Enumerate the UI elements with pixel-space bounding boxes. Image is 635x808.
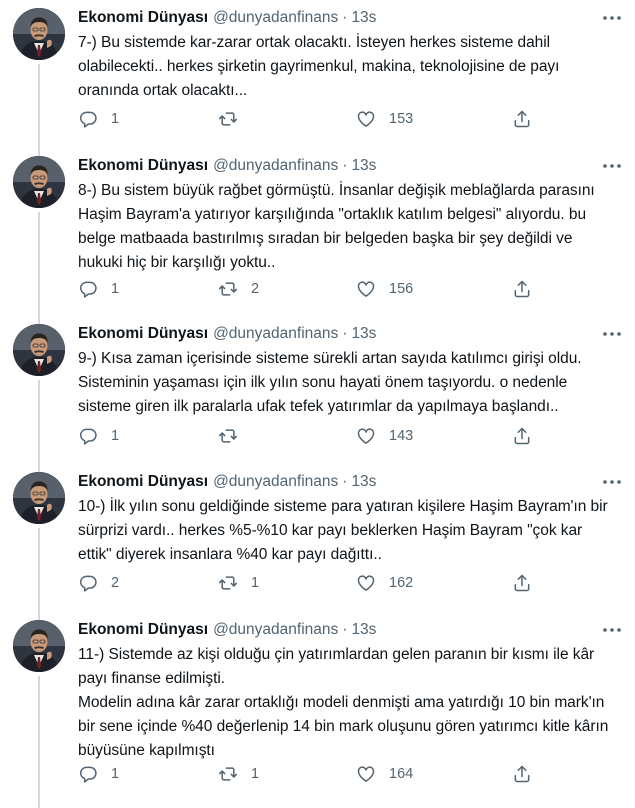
- share-button[interactable]: [512, 763, 532, 785]
- heart-icon: [356, 573, 376, 593]
- reply-icon: [78, 279, 98, 299]
- separator-dot: ·: [342, 157, 348, 174]
- more-dots-icon[interactable]: [601, 622, 623, 638]
- reply-icon: [78, 426, 98, 446]
- timestamp[interactable]: 13s: [351, 472, 376, 492]
- thread-line: [38, 212, 40, 324]
- timestamp[interactable]: 13s: [351, 324, 376, 344]
- tweet-text: 11-) Sistemde az kişi olduğu çin yatırım…: [78, 646, 609, 759]
- reply-button[interactable]: 1: [78, 425, 119, 447]
- timestamp[interactable]: 13s: [351, 8, 376, 28]
- avatar[interactable]: [13, 620, 65, 672]
- share-icon: [512, 764, 532, 784]
- separator-dot: ·: [342, 473, 348, 490]
- author-name[interactable]: Ekonomi Dünyası: [78, 472, 208, 492]
- avatar[interactable]: [13, 324, 65, 376]
- reply-button[interactable]: 1: [78, 278, 119, 300]
- like-count: 162: [389, 575, 414, 591]
- avatar[interactable]: [13, 8, 65, 60]
- tweet-actions: 1 153: [78, 108, 538, 130]
- share-button[interactable]: [512, 425, 532, 447]
- tweet-text: 8-) Bu sistem büyük rağbet görmüştü. İns…: [78, 182, 595, 271]
- reply-icon: [78, 573, 98, 593]
- tweet-actions: 1 2 156: [78, 278, 538, 300]
- share-button[interactable]: [512, 108, 532, 130]
- heart-icon: [356, 109, 376, 129]
- share-button[interactable]: [512, 572, 532, 594]
- like-count: 164: [389, 766, 414, 782]
- author-handle[interactable]: @dunyadanfinans: [213, 8, 338, 28]
- retweet-button[interactable]: 2: [218, 278, 259, 300]
- like-button[interactable]: 164: [356, 763, 413, 785]
- retweet-icon: [218, 426, 238, 446]
- retweet-button[interactable]: 1: [218, 572, 259, 594]
- retweet-icon: [218, 109, 238, 129]
- timestamp[interactable]: 13s: [351, 620, 376, 640]
- heart-icon: [356, 764, 376, 784]
- thread-line: [38, 676, 40, 808]
- thread-line: [38, 528, 40, 620]
- tweet-text: 9-) Kısa zaman içerisinde sisteme sürekl…: [78, 350, 582, 415]
- like-count: 143: [389, 428, 414, 444]
- reply-icon: [78, 109, 98, 129]
- avatar[interactable]: [13, 156, 65, 208]
- like-count: 153: [389, 111, 414, 127]
- tweet-actions: 2 1 162: [78, 572, 538, 594]
- author-name[interactable]: Ekonomi Dünyası: [78, 8, 208, 28]
- like-count: 156: [389, 281, 414, 297]
- more-dots-icon[interactable]: [601, 158, 623, 174]
- reply-icon: [78, 764, 98, 784]
- share-icon: [512, 426, 532, 446]
- author-name[interactable]: Ekonomi Dünyası: [78, 156, 208, 176]
- reply-count: 1: [111, 428, 120, 444]
- retweet-count: 1: [251, 766, 260, 782]
- thread-line: [38, 64, 40, 156]
- retweet-icon: [218, 764, 238, 784]
- retweet-count: 2: [251, 281, 260, 297]
- reply-button[interactable]: 1: [78, 763, 119, 785]
- thread-line: [38, 380, 40, 472]
- more-dots-icon[interactable]: [601, 326, 623, 342]
- tweet-text: 10-) İlk yılın sonu geldiğinde sisteme p…: [78, 498, 608, 563]
- author-handle[interactable]: @dunyadanfinans: [213, 620, 338, 640]
- tweet-actions: 1 1 164: [78, 763, 538, 785]
- tweet-text: 7-) Bu sistemde kar-zarar ortak olacaktı…: [78, 34, 560, 99]
- reply-button[interactable]: 1: [78, 108, 119, 130]
- retweet-button[interactable]: 1: [218, 763, 259, 785]
- timestamp[interactable]: 13s: [351, 156, 376, 176]
- retweet-count: 1: [251, 575, 260, 591]
- retweet-button[interactable]: [218, 108, 251, 130]
- author-handle[interactable]: @dunyadanfinans: [213, 472, 338, 492]
- heart-icon: [356, 426, 376, 446]
- separator-dot: ·: [342, 325, 348, 342]
- tweet-actions: 1 143: [78, 425, 538, 447]
- reply-count: 2: [111, 575, 120, 591]
- retweet-button[interactable]: [218, 425, 251, 447]
- more-dots-icon[interactable]: [601, 10, 623, 26]
- avatar[interactable]: [13, 472, 65, 524]
- reply-button[interactable]: 2: [78, 572, 119, 594]
- like-button[interactable]: 153: [356, 108, 413, 130]
- share-icon: [512, 109, 532, 129]
- share-icon: [512, 279, 532, 299]
- like-button[interactable]: 156: [356, 278, 413, 300]
- heart-icon: [356, 279, 376, 299]
- like-button[interactable]: 143: [356, 425, 413, 447]
- more-dots-icon[interactable]: [601, 474, 623, 490]
- author-handle[interactable]: @dunyadanfinans: [213, 324, 338, 344]
- reply-count: 1: [111, 111, 120, 127]
- retweet-icon: [218, 279, 238, 299]
- author-handle[interactable]: @dunyadanfinans: [213, 156, 338, 176]
- reply-count: 1: [111, 766, 120, 782]
- like-button[interactable]: 162: [356, 572, 413, 594]
- share-icon: [512, 573, 532, 593]
- separator-dot: ·: [342, 621, 348, 638]
- author-name[interactable]: Ekonomi Dünyası: [78, 324, 208, 344]
- reply-count: 1: [111, 281, 120, 297]
- separator-dot: ·: [342, 9, 348, 26]
- retweet-icon: [218, 573, 238, 593]
- author-name[interactable]: Ekonomi Dünyası: [78, 620, 208, 640]
- share-button[interactable]: [512, 278, 532, 300]
